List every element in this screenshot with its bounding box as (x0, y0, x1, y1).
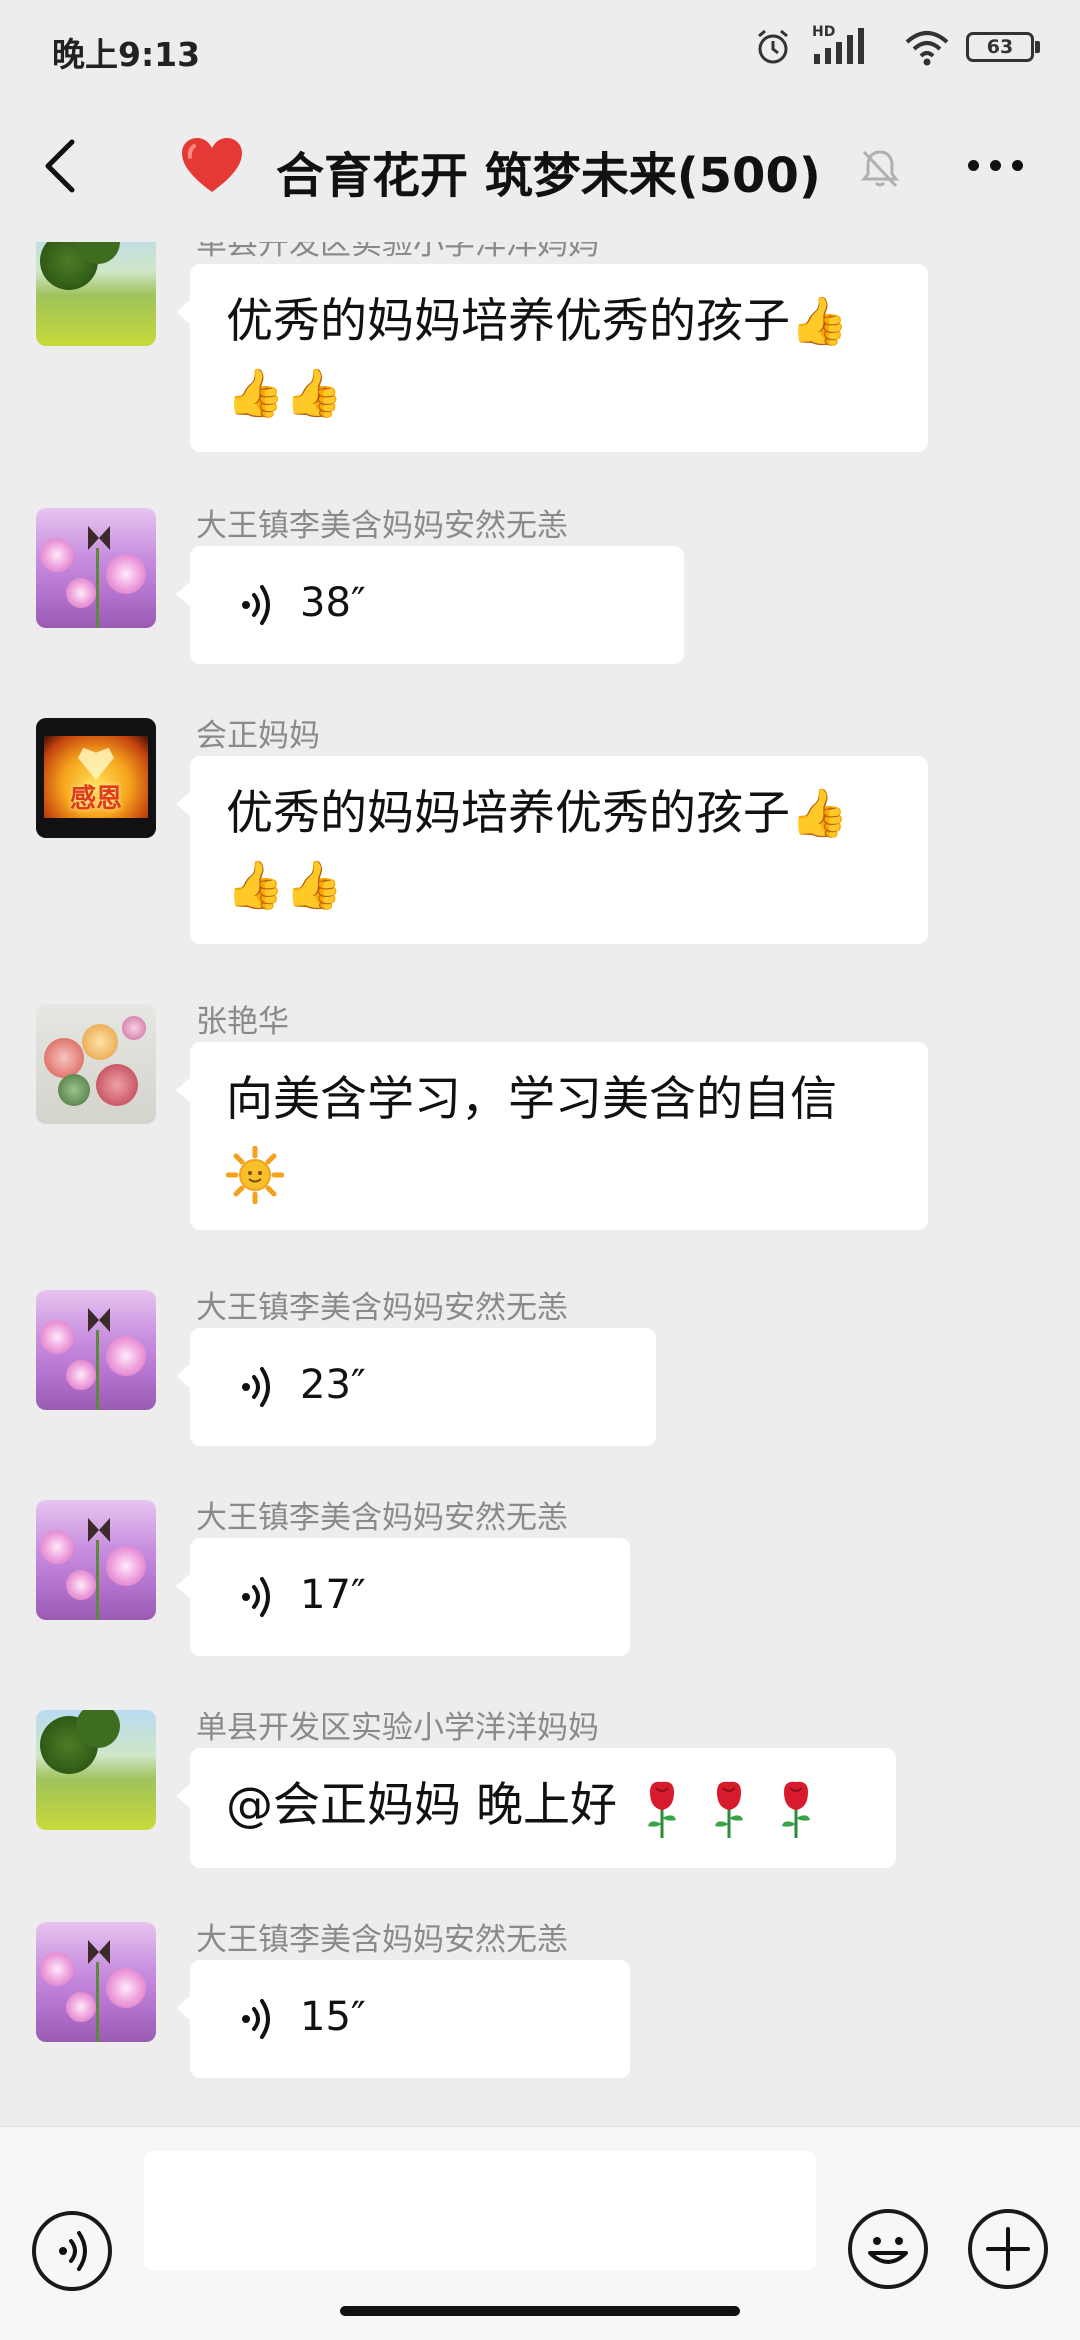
voice-bubble[interactable]: 38″ (176, 546, 684, 664)
red-heart-icon (182, 138, 242, 192)
avatar[interactable] (36, 1922, 156, 2042)
sender-name: 大王镇李美含妈妈安然无恙 (196, 1290, 568, 1326)
message-text: @会正妈妈 晚上好 (226, 1778, 617, 1833)
text-bubble[interactable]: 优秀的妈妈培养优秀的孩子👍👍👍 (176, 264, 928, 452)
status-time: 晚上9:13 (52, 35, 201, 74)
plus-icon[interactable] (968, 2209, 1048, 2289)
voice-bubble[interactable]: 15″ (176, 1960, 630, 2078)
emoji-smile-icon[interactable] (848, 2209, 928, 2289)
sun-face-emoji (226, 1145, 284, 1204)
message-input[interactable] (144, 2151, 816, 2271)
avatar[interactable] (36, 242, 156, 346)
text-bubble[interactable]: 向美含学习，学习美含的自信 (176, 1042, 928, 1230)
avatar[interactable] (36, 1710, 156, 1830)
bell-muted-icon (860, 150, 900, 188)
back-chevron-icon[interactable] (40, 136, 80, 196)
message-text: 向美含学习，学习美含的自信 (226, 1072, 837, 1127)
voice-bubble[interactable]: 17″ (176, 1538, 630, 1656)
voice-duration: 38″ (300, 580, 366, 626)
battery-icon: 63 (966, 32, 1040, 62)
avatar-text: 感恩 (69, 784, 122, 814)
sender-name: 单县开发区实验小学洋洋妈妈 (196, 1710, 599, 1746)
voice-duration: 15″ (300, 1994, 366, 2040)
voice-duration: 17″ (300, 1572, 366, 1618)
avatar[interactable] (36, 1290, 156, 1410)
voice-duration: 23″ (300, 1362, 366, 1408)
sender-name: 大王镇李美含妈妈安然无恙 (196, 1922, 568, 1958)
voice-mode-icon[interactable] (32, 2211, 112, 2291)
rose-emoji (714, 1781, 743, 1838)
voice-wave-icon (242, 1367, 270, 1407)
rose-emoji (781, 1781, 810, 1838)
sender-name: 张艳华 (196, 1004, 289, 1040)
avatar[interactable] (36, 1004, 156, 1124)
voice-bubble[interactable]: 23″ (176, 1328, 656, 1446)
status-bar: 晚上9:13 HD 63 (0, 0, 1080, 96)
text-bubble[interactable]: @会正妈妈 晚上好 (176, 1748, 896, 1868)
chat-title[interactable]: 合育花开 筑梦未来(500) (276, 136, 821, 206)
hd-signal-icon: HD (812, 24, 874, 66)
sender-name: 单县开发区实验小学洋洋妈妈 (196, 242, 599, 262)
avatar[interactable] (36, 508, 156, 628)
chat-message-list[interactable]: 单县开发区实验小学洋洋妈妈 优秀的妈妈培养优秀的孩子👍👍👍 大王镇李美含妈妈安然… (0, 242, 1080, 2126)
voice-wave-icon (242, 1577, 270, 1617)
more-dots-icon[interactable] (968, 160, 1024, 174)
alarm-icon (758, 29, 788, 64)
sender-name: 大王镇李美含妈妈安然无恙 (196, 1500, 568, 1536)
voice-wave-icon (242, 1999, 270, 2039)
home-indicator[interactable] (340, 2306, 740, 2316)
avatar[interactable]: 感恩 (36, 718, 156, 838)
chat-header: 合育花开 筑梦未来(500) (0, 96, 1080, 242)
text-bubble[interactable]: 优秀的妈妈培养优秀的孩子👍👍👍 (176, 756, 928, 944)
avatar[interactable] (36, 1500, 156, 1620)
sender-name: 大王镇李美含妈妈安然无恙 (196, 508, 568, 544)
battery-level: 63 (966, 32, 1034, 62)
sender-name: 会正妈妈 (196, 718, 320, 754)
voice-wave-icon (242, 585, 270, 625)
rose-emoji (647, 1781, 676, 1838)
wifi-icon (905, 31, 949, 66)
